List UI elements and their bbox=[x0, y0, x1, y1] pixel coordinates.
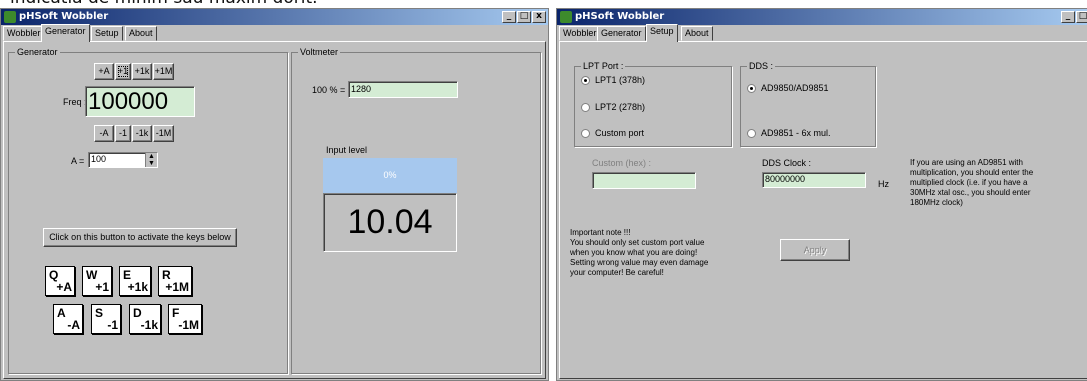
note-line: your computer! Be careful! bbox=[570, 268, 664, 277]
lpt1-radio[interactable] bbox=[581, 76, 590, 85]
plus-a-button[interactable]: +A bbox=[94, 63, 114, 80]
dds-group: DDS : AD9850/AD9851 AD9851 - 6x mul. bbox=[740, 61, 876, 147]
caption: indicatia de minim sau maxim dorit. bbox=[10, 0, 318, 8]
ad9851-info-text: If you are using an AD9851 with multipli… bbox=[910, 158, 1080, 208]
ad9851-6x-label: AD9851 - 6x mul. bbox=[761, 128, 831, 138]
tab-about[interactable]: About bbox=[681, 26, 713, 41]
voltmeter-group-label: Voltmeter bbox=[298, 47, 341, 57]
custom-port-label: Custom port bbox=[595, 128, 645, 138]
percent-label: 100 % = bbox=[312, 85, 346, 95]
key-value: +1k bbox=[127, 280, 148, 294]
key-value: -1 bbox=[107, 318, 118, 332]
a-label: A = bbox=[71, 156, 85, 166]
dds-label: DDS : bbox=[747, 61, 776, 71]
a-value: 100 bbox=[91, 154, 107, 164]
key-letter: A bbox=[57, 306, 66, 320]
input-level-bar: 0% bbox=[323, 158, 457, 193]
key-value: -A bbox=[67, 318, 80, 332]
input-level-label: Input level bbox=[326, 145, 368, 155]
spin-buttons[interactable]: ▲ ▼ bbox=[145, 153, 157, 167]
ad9851-6x-radio[interactable] bbox=[747, 129, 756, 138]
key-w[interactable]: W +1 bbox=[82, 266, 112, 296]
lpt-port-label: LPT Port : bbox=[581, 61, 626, 71]
setup-window: pHSoft Wobbler _ □ Wobbler Generator Set… bbox=[556, 8, 1087, 381]
key-f[interactable]: F -1M bbox=[168, 304, 202, 334]
maximize-button[interactable]: □ bbox=[1076, 11, 1087, 23]
setup-page: LPT Port : LPT1 (378h) LPT2 (278h) Custo… bbox=[559, 41, 1087, 379]
key-value: +1 bbox=[95, 280, 109, 294]
tab-generator[interactable]: Generator bbox=[41, 24, 90, 42]
apply-button[interactable]: Apply bbox=[780, 239, 850, 261]
lpt2-radio[interactable] bbox=[581, 103, 590, 112]
generator-group: Generator +A +1 +1k +1M Freq : 100000 -A… bbox=[8, 47, 288, 374]
note-line: Important note !!! bbox=[570, 228, 631, 237]
info-line: multiplied clock (i.e. if you have a bbox=[910, 178, 1028, 187]
minimize-button[interactable]: _ bbox=[502, 11, 516, 23]
key-r[interactable]: R +1M bbox=[158, 266, 192, 296]
plus-1-button[interactable]: +1 bbox=[115, 63, 131, 80]
ad9850-radio[interactable] bbox=[747, 84, 756, 93]
window-title: pHSoft Wobbler bbox=[575, 11, 665, 22]
voltage-display: 10.04 bbox=[323, 193, 457, 252]
lpt1-label: LPT1 (378h) bbox=[595, 75, 646, 85]
plus-1m-button[interactable]: +1M bbox=[153, 63, 174, 80]
generator-window: pHSoft Wobbler _ □ x Wobbler Generator S… bbox=[0, 8, 549, 381]
tab-wobbler[interactable]: Wobbler bbox=[3, 26, 45, 41]
minus-a-button[interactable]: -A bbox=[94, 125, 114, 142]
close-button[interactable]: x bbox=[532, 11, 546, 23]
input-level-text: 0% bbox=[383, 170, 397, 180]
note-line: when you know what you are doing! bbox=[570, 248, 698, 257]
app-icon bbox=[4, 11, 16, 23]
lpt2-label: LPT2 (278h) bbox=[595, 102, 646, 112]
tab-setup[interactable]: Setup bbox=[91, 26, 123, 41]
info-line: 180MHz clock) bbox=[910, 198, 963, 207]
info-line: 30MHz xtal osc., you should enter bbox=[910, 188, 1031, 197]
percent-field[interactable]: 1280 bbox=[348, 81, 458, 98]
key-value: +A bbox=[56, 280, 72, 294]
key-d[interactable]: D -1k bbox=[129, 304, 161, 334]
generator-group-label: Generator bbox=[15, 47, 60, 57]
title-bar[interactable]: pHSoft Wobbler _ □ bbox=[557, 9, 1087, 25]
tab-setup[interactable]: Setup bbox=[646, 24, 678, 42]
minimize-button[interactable]: _ bbox=[1061, 11, 1075, 23]
key-letter: S bbox=[95, 306, 104, 320]
key-value: -1M bbox=[178, 318, 199, 332]
tab-generator[interactable]: Generator bbox=[597, 26, 646, 41]
minus-1-button[interactable]: -1 bbox=[115, 125, 131, 142]
key-value: +1M bbox=[165, 280, 189, 294]
info-line: If you are using an AD9851 with bbox=[910, 158, 1023, 167]
app-icon bbox=[560, 11, 572, 23]
custom-port-radio[interactable] bbox=[581, 129, 590, 138]
custom-hex-field[interactable] bbox=[592, 172, 696, 189]
key-e[interactable]: E +1k bbox=[119, 266, 151, 296]
a-stepper[interactable]: 100 ▲ ▼ bbox=[88, 152, 158, 168]
voltmeter-group: Voltmeter 100 % = 1280 Input level 0% 10… bbox=[291, 47, 541, 374]
title-bar[interactable]: pHSoft Wobbler _ □ x bbox=[1, 9, 548, 25]
freq-field[interactable]: 100000 bbox=[85, 86, 195, 117]
key-value: -1k bbox=[140, 318, 158, 332]
tab-about[interactable]: About bbox=[125, 26, 157, 41]
minus-1m-button[interactable]: -1M bbox=[153, 125, 174, 142]
info-line: multiplication, you should enter the bbox=[910, 168, 1034, 177]
key-s[interactable]: S -1 bbox=[91, 304, 121, 334]
key-a[interactable]: A -A bbox=[53, 304, 83, 334]
tab-wobbler[interactable]: Wobbler bbox=[559, 26, 601, 41]
freq-label: Freq : bbox=[63, 97, 87, 107]
dds-clock-unit: Hz bbox=[878, 179, 889, 189]
minus-1k-button[interactable]: -1k bbox=[132, 125, 152, 142]
generator-page: Generator +A +1 +1k +1M Freq : 100000 -A… bbox=[3, 41, 546, 379]
note-line: You should only set custom port value bbox=[570, 238, 705, 247]
ad9850-label: AD9850/AD9851 bbox=[761, 83, 829, 93]
lpt-port-group: LPT Port : LPT1 (378h) LPT2 (278h) Custo… bbox=[574, 61, 732, 147]
note-line: Setting wrong value may even damage bbox=[570, 258, 709, 267]
maximize-button[interactable]: □ bbox=[517, 11, 531, 23]
key-q[interactable]: Q +A bbox=[45, 266, 75, 296]
dds-clock-field[interactable]: 80000000 bbox=[762, 172, 866, 188]
activate-keys-button[interactable]: Click on this button to activate the key… bbox=[43, 228, 237, 247]
window-title: pHSoft Wobbler bbox=[19, 11, 109, 22]
plus-1k-button[interactable]: +1k bbox=[132, 63, 152, 80]
important-note: Important note !!! You should only set c… bbox=[570, 228, 750, 278]
custom-hex-label: Custom (hex) : bbox=[592, 158, 652, 168]
dds-clock-label: DDS Clock : bbox=[762, 158, 812, 168]
